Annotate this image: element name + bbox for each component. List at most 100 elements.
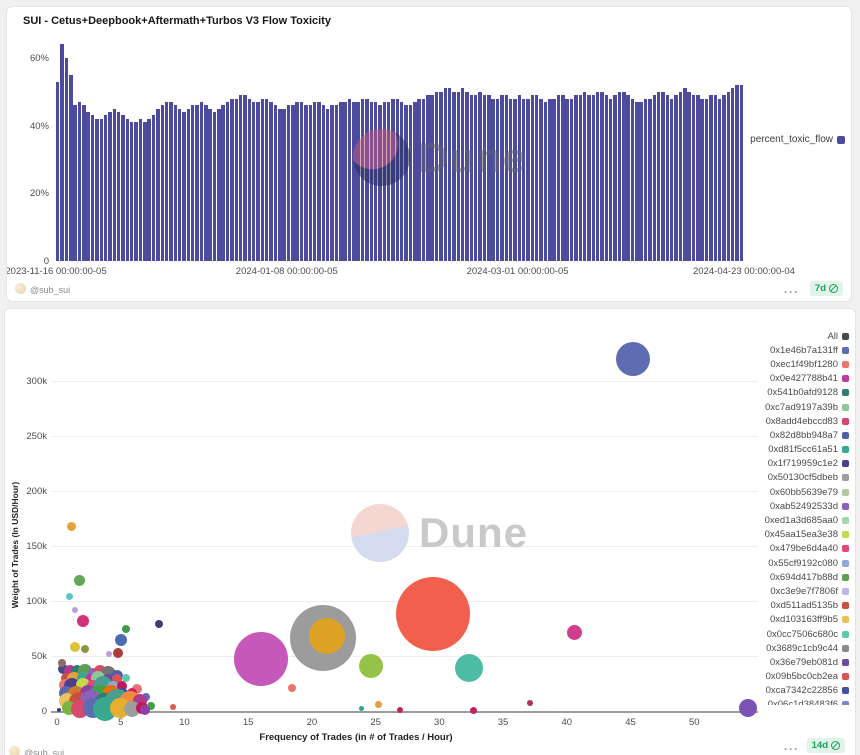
toxicity-bar[interactable]: [644, 99, 647, 262]
toxicity-bar[interactable]: [413, 102, 416, 261]
toxicity-bar[interactable]: [426, 95, 429, 261]
bubble[interactable]: [397, 707, 403, 713]
toxicity-bar[interactable]: [352, 102, 355, 261]
bubble[interactable]: [155, 620, 163, 628]
toxicity-bar[interactable]: [561, 95, 564, 261]
toxicity-bar[interactable]: [221, 105, 224, 261]
toxicity-bar[interactable]: [687, 92, 690, 261]
bubble[interactable]: [113, 648, 123, 658]
toxicity-bar[interactable]: [579, 95, 582, 261]
toxicity-bar[interactable]: [648, 99, 651, 262]
toxicity-bar[interactable]: [213, 112, 216, 261]
toxicity-bar[interactable]: [304, 105, 307, 261]
toxicity-bar[interactable]: [104, 115, 107, 261]
toxicity-bar[interactable]: [444, 88, 447, 261]
toxicity-bar[interactable]: [631, 99, 634, 262]
bubble[interactable]: [455, 654, 483, 682]
toxicity-bar[interactable]: [69, 75, 72, 261]
toxicity-bar[interactable]: [404, 105, 407, 261]
toxicity-bar[interactable]: [139, 119, 142, 261]
toxicity-bar[interactable]: [86, 112, 89, 261]
bubble[interactable]: [527, 700, 533, 706]
toxicity-bar[interactable]: [522, 99, 525, 262]
toxicity-bar[interactable]: [317, 102, 320, 261]
toxicity-bar[interactable]: [174, 105, 177, 261]
toxicity-bar[interactable]: [100, 119, 103, 261]
toxicity-bar[interactable]: [217, 109, 220, 261]
toxicity-bar[interactable]: [670, 99, 673, 262]
toxicity-bar[interactable]: [374, 102, 377, 261]
toxicity-bar[interactable]: [679, 92, 682, 261]
toxicity-bar[interactable]: [335, 105, 338, 261]
toxicity-bar[interactable]: [82, 105, 85, 261]
toxicity-bar[interactable]: [409, 105, 412, 261]
toxicity-bar[interactable]: [165, 102, 168, 261]
toxicity-bar[interactable]: [208, 109, 211, 261]
toxicity-bar[interactable]: [491, 99, 494, 262]
toxicity-bar[interactable]: [226, 102, 229, 261]
bubble[interactable]: [396, 577, 470, 651]
bubble[interactable]: [106, 651, 112, 657]
toxicity-bar[interactable]: [200, 102, 203, 261]
toxicity-bar[interactable]: [596, 92, 599, 261]
toxicity-bar[interactable]: [622, 92, 625, 261]
toxicity-bar[interactable]: [134, 122, 137, 261]
toxicity-bar[interactable]: [274, 105, 277, 261]
avatar[interactable]: [15, 283, 26, 294]
bubble[interactable]: [470, 707, 477, 714]
toxicity-bar[interactable]: [487, 95, 490, 261]
toxicity-bar[interactable]: [626, 95, 629, 261]
bubble[interactable]: [375, 701, 382, 708]
toxicity-bar[interactable]: [204, 105, 207, 261]
toxicity-bar[interactable]: [496, 99, 499, 262]
bubble[interactable]: [57, 708, 61, 712]
toxicity-bar[interactable]: [309, 105, 312, 261]
toxicity-bar[interactable]: [661, 92, 664, 261]
toxicity-bar[interactable]: [396, 99, 399, 262]
toxicity-bar[interactable]: [108, 112, 111, 261]
toxicity-bar[interactable]: [518, 95, 521, 261]
toxicity-bar[interactable]: [417, 99, 420, 262]
toxicity-bar[interactable]: [683, 88, 686, 261]
toxicity-bar[interactable]: [252, 102, 255, 261]
toxicity-bar[interactable]: [531, 95, 534, 261]
toxicity-bar[interactable]: [161, 105, 164, 261]
toxicity-bar[interactable]: [95, 119, 98, 261]
toxicity-bar[interactable]: [126, 119, 129, 261]
toxicity-bar[interactable]: [278, 109, 281, 261]
toxicity-bar[interactable]: [291, 105, 294, 261]
toxicity-bar[interactable]: [178, 109, 181, 261]
toxicity-bar[interactable]: [448, 88, 451, 261]
toxicity-bar[interactable]: [557, 95, 560, 261]
toxicity-bar[interactable]: [56, 82, 59, 261]
bubble[interactable]: [616, 342, 650, 376]
toxicity-bar[interactable]: [548, 99, 551, 262]
toxicity-bar[interactable]: [709, 95, 712, 261]
bubble[interactable]: [58, 659, 66, 667]
toxicity-bar[interactable]: [731, 88, 734, 261]
bubble[interactable]: [359, 706, 364, 711]
toxicity-bar[interactable]: [422, 99, 425, 262]
toxicity-bar[interactable]: [705, 99, 708, 262]
toxicity-bar[interactable]: [60, 44, 63, 261]
toxicity-bar[interactable]: [539, 99, 542, 262]
toxicity-bar[interactable]: [639, 102, 642, 261]
toxicity-bar[interactable]: [613, 95, 616, 261]
toxicity-bar[interactable]: [470, 95, 473, 261]
toxicity-bar[interactable]: [361, 99, 364, 262]
toxicity-bar[interactable]: [505, 95, 508, 261]
toxicity-bar[interactable]: [195, 105, 198, 261]
toxicity-bar[interactable]: [583, 92, 586, 261]
bubble[interactable]: [359, 654, 383, 678]
toxicity-bar[interactable]: [465, 92, 468, 261]
toxicity-bar[interactable]: [674, 95, 677, 261]
toxicity-bar[interactable]: [430, 95, 433, 261]
toxicity-bar[interactable]: [348, 99, 351, 262]
bubble[interactable]: [74, 575, 85, 586]
toxicity-bar[interactable]: [130, 122, 133, 261]
toxicity-bar[interactable]: [653, 95, 656, 261]
toxicity-bar[interactable]: [339, 102, 342, 261]
toxicity-bar[interactable]: [121, 115, 124, 261]
toxicity-bar[interactable]: [265, 99, 268, 262]
toxicity-bar[interactable]: [618, 92, 621, 261]
